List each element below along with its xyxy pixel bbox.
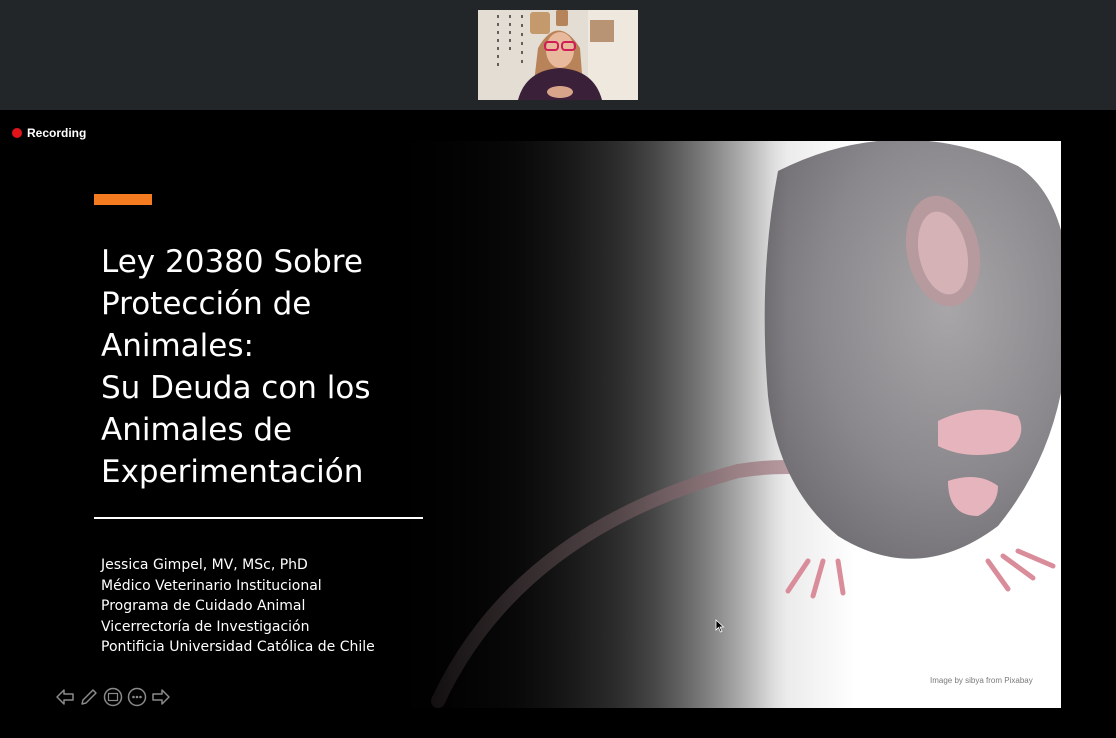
- pen-icon[interactable]: [78, 686, 100, 708]
- presenter-line: Jessica Gimpel, MV, MSc, PhD: [101, 557, 308, 573]
- slides-icon[interactable]: [102, 686, 124, 708]
- recording-indicator: Recording: [12, 126, 86, 140]
- presenter-info: Jessica Gimpel, MV, MSc, PhD Médico Vete…: [101, 555, 375, 658]
- image-credit: Image by sibya from Pixabay: [930, 676, 1033, 685]
- video-strip: [0, 0, 1116, 110]
- presenter-line: Médico Veterinario Institucional: [101, 577, 322, 594]
- presenter-line: Vicerrectoría de Investigación: [101, 618, 310, 635]
- accent-bar: [94, 194, 152, 205]
- title-divider: [94, 517, 423, 519]
- mouse-cursor-icon: [715, 619, 725, 633]
- slide-controls: [54, 686, 172, 708]
- participant-video[interactable]: [478, 10, 638, 100]
- recording-label: Recording: [27, 126, 87, 140]
- slide-title: Ley 20380 Sobre Protección de Animales: …: [101, 244, 371, 490]
- presenter-line: Programa de Cuidado Animal: [101, 598, 306, 615]
- more-icon[interactable]: [126, 686, 148, 708]
- presentation-slide: Ley 20380 Sobre Protección de Animales: …: [0, 141, 1061, 708]
- recording-dot-icon: [12, 128, 22, 138]
- presenter-line: Pontificia Universidad Católica de Chile: [101, 639, 375, 656]
- previous-icon[interactable]: [54, 686, 76, 708]
- next-icon[interactable]: [150, 686, 172, 708]
